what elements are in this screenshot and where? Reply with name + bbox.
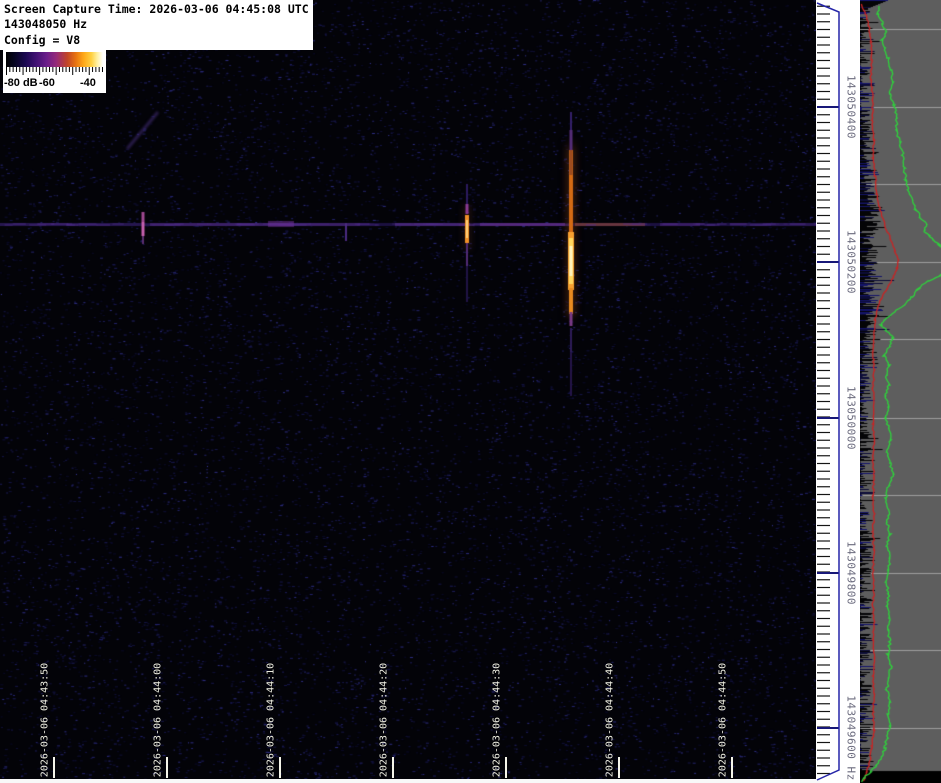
scale-label-min: -80 dB xyxy=(4,77,38,89)
frequency-text: 143048050 Hz xyxy=(4,17,309,32)
frequency-axis-label: 143049800 xyxy=(845,541,858,605)
color-scale-ticks xyxy=(6,67,103,77)
config-text: Config = V8 xyxy=(4,33,309,48)
frequency-axis-label: 143050200 xyxy=(845,230,858,294)
time-axis-label: 2026-03-06 04:44:10 xyxy=(266,663,277,777)
time-axis-label: 2026-03-06 04:43:50 xyxy=(40,663,51,777)
color-scale-gradient xyxy=(6,52,103,67)
frequency-axis-label: 143050400 xyxy=(845,75,858,139)
time-axis-tick xyxy=(166,757,168,778)
time-axis-tick xyxy=(279,757,281,778)
time-axis-baseline xyxy=(0,779,820,783)
waterfall-spectrogram xyxy=(0,0,816,783)
time-axis-tick xyxy=(53,757,55,778)
spectrogram-app-window: 2026-03-06 04:43:50 2026-03-06 04:44:00 20… xyxy=(0,0,941,783)
time-axis-label: 2026-03-06 04:44:30 xyxy=(492,663,503,777)
time-axis-tick xyxy=(505,757,507,778)
frequency-axis-label: 143050000 xyxy=(845,386,858,450)
time-axis-label: 2026-03-06 04:44:50 xyxy=(718,663,729,777)
time-axis-tick xyxy=(392,757,394,778)
color-scale: -80 dB -60 -40 xyxy=(3,49,106,93)
capture-time-text: Screen Capture Time: 2026-03-06 04:45:08… xyxy=(4,2,309,17)
frequency-axis-label: 143049600 Hz xyxy=(845,695,858,780)
time-axis-label: 2026-03-06 04:44:20 xyxy=(379,663,390,777)
time-axis-label: 2026-03-06 04:44:00 xyxy=(153,663,164,777)
time-axis-tick xyxy=(731,757,733,778)
time-axis-label: 2026-03-06 04:44:40 xyxy=(605,663,616,777)
info-box: Screen Capture Time: 2026-03-06 04:45:08… xyxy=(0,0,313,50)
scale-label-mid: -60 xyxy=(39,77,55,89)
scale-label-max: -40 xyxy=(80,77,96,89)
time-axis-tick xyxy=(618,757,620,778)
spectrum-panel xyxy=(860,0,941,783)
